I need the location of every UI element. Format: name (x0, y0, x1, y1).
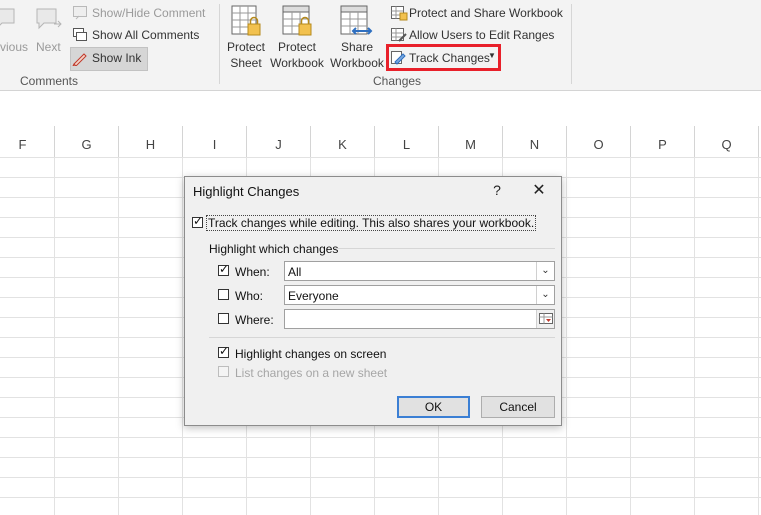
protect-sheet-button[interactable]: Protect Sheet (224, 39, 268, 71)
column-header-f[interactable]: F (0, 126, 55, 157)
highlight-changes-dialog: Highlight Changes ? ✕ Track changes whil… (184, 176, 562, 426)
column-header-h[interactable]: H (119, 126, 183, 157)
grid-line (182, 157, 183, 515)
comments-group-label: Comments (20, 74, 79, 88)
protect-workbook-label-line2: Workbook (270, 56, 324, 70)
previous-comment-icon[interactable] (0, 6, 18, 32)
help-icon[interactable]: ? (489, 182, 505, 198)
grid-line (118, 157, 119, 515)
show-hide-comment-icon[interactable] (72, 5, 88, 21)
list-changes-label: List changes on a new sheet (235, 366, 388, 380)
column-header-g[interactable]: G (55, 126, 119, 157)
grid-line (54, 157, 55, 515)
grid-line (630, 157, 631, 515)
share-workbook-label-line1: Share (340, 40, 374, 54)
highlight-on-screen-label[interactable]: Highlight changes on screen (235, 347, 386, 361)
range-selector-icon[interactable] (536, 310, 554, 328)
column-header-p[interactable]: P (631, 126, 695, 157)
share-workbook-icon[interactable] (339, 4, 375, 40)
column-headers: F G H I J K L M N O P Q (0, 126, 761, 158)
section-divider (335, 248, 555, 249)
column-header-o[interactable]: O (567, 126, 631, 157)
previous-comment-label[interactable]: vious (0, 40, 28, 54)
protect-sheet-label-line2: Sheet (230, 56, 262, 70)
column-header-l[interactable]: L (375, 126, 439, 157)
show-all-comments-label[interactable]: Show All Comments (92, 28, 199, 42)
where-checkbox[interactable] (218, 313, 229, 324)
protect-sheet-icon[interactable] (230, 4, 264, 40)
ok-button[interactable]: OK (397, 396, 470, 418)
highlight-section-label: Highlight which changes (209, 242, 339, 256)
protect-workbook-label-line1: Protect (277, 40, 316, 54)
when-checkbox[interactable] (218, 262, 229, 276)
next-comment-label[interactable]: Next (36, 40, 61, 54)
protect-sheet-label-line1: Protect (226, 40, 265, 54)
who-label: Who: (235, 289, 264, 303)
close-icon[interactable]: ✕ (529, 180, 549, 200)
group-separator (219, 4, 220, 84)
allow-users-icon[interactable] (390, 27, 408, 43)
protect-and-share-label[interactable]: Protect and Share Workbook (409, 6, 563, 20)
allow-users-label[interactable]: Allow Users to Edit Ranges (409, 28, 554, 42)
track-changes-checkbox-label[interactable]: Track changes while editing. This also s… (206, 215, 537, 231)
chevron-down-icon[interactable]: ⌄ (536, 286, 554, 304)
column-header-n[interactable]: N (503, 126, 567, 157)
grid-line (566, 157, 567, 515)
column-header-k[interactable]: K (311, 126, 375, 157)
column-header-j[interactable]: J (247, 126, 311, 157)
formula-bar-area (0, 91, 761, 127)
protect-workbook-button[interactable]: Protect Workbook (267, 39, 327, 71)
collapse-dialog-icon (538, 313, 553, 324)
show-hide-comment-label[interactable]: Show/Hide Comment (92, 6, 205, 20)
protect-workbook-icon[interactable] (281, 4, 315, 40)
show-ink-label: Show Ink (92, 51, 142, 65)
changes-group-label: Changes (373, 74, 422, 88)
when-dropdown[interactable]: All ⌄ (284, 261, 555, 281)
column-header-q[interactable]: Q (695, 126, 759, 157)
when-value: All (288, 265, 302, 279)
grid-line (694, 157, 695, 515)
next-comment-icon[interactable] (34, 6, 64, 34)
cancel-button[interactable]: Cancel (481, 396, 555, 418)
ribbon: vious Next Show/Hide Comment Show All Co… (0, 0, 761, 91)
column-header-m[interactable]: M (439, 126, 503, 157)
where-label: Where: (235, 313, 274, 327)
dialog-title: Highlight Changes (193, 184, 300, 199)
track-changes-checkbox[interactable] (192, 214, 203, 228)
highlight-on-screen-checkbox[interactable] (218, 344, 229, 358)
chevron-down-icon[interactable]: ⌄ (536, 262, 554, 280)
where-input[interactable] (284, 309, 555, 329)
who-checkbox[interactable] (218, 289, 229, 300)
show-all-comments-icon[interactable] (72, 27, 88, 43)
divider (209, 337, 555, 338)
group-separator-2 (571, 4, 572, 84)
list-changes-checkbox (218, 366, 229, 377)
who-value: Everyone (288, 289, 339, 303)
who-dropdown[interactable]: Everyone ⌄ (284, 285, 555, 305)
column-header-i[interactable]: I (183, 126, 247, 157)
grid-line (758, 157, 759, 515)
track-changes-highlight-box (386, 44, 501, 71)
when-label: When: (235, 265, 270, 279)
share-workbook-label-line2: Workbook (330, 56, 384, 70)
protect-and-share-icon[interactable] (390, 5, 408, 21)
ink-pen-icon (72, 53, 87, 66)
share-workbook-button[interactable]: Share Workbook (327, 39, 387, 71)
